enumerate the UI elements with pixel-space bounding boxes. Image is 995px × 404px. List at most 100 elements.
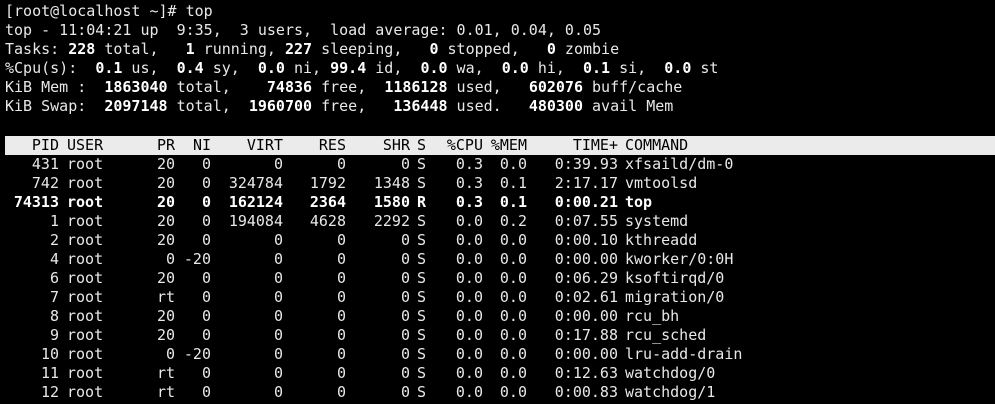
cpu-cell: 0.0 bbox=[455, 288, 483, 306]
cpu-cell: 0.3 bbox=[455, 155, 483, 173]
priority-cell: rt bbox=[156, 288, 175, 306]
nice-cell: 0 bbox=[201, 231, 211, 249]
column-header-user[interactable]: USER bbox=[67, 136, 147, 155]
column-header-shr[interactable]: SHR bbox=[350, 136, 410, 155]
swap-avail-value: 480300 bbox=[528, 97, 583, 115]
res-cell: 0 bbox=[336, 307, 346, 325]
shr-cell: 0 bbox=[400, 250, 410, 268]
tasks-line: Tasks: 228 total, 1 running, 227 sleepin… bbox=[5, 40, 619, 59]
state-cell: S bbox=[417, 326, 427, 344]
user-cell: root bbox=[67, 250, 104, 268]
column-header-cpu[interactable]: %CPU bbox=[438, 136, 483, 155]
shr-cell: 1348 bbox=[373, 174, 410, 192]
mem-used-value: 1186128 bbox=[384, 78, 448, 96]
cpu-cell: 0.3 bbox=[455, 193, 483, 211]
pid-cell: 10 bbox=[40, 345, 59, 363]
user-cell: root bbox=[67, 212, 104, 230]
user-cell: root bbox=[67, 193, 104, 211]
pid-cell: 431 bbox=[31, 155, 59, 173]
priority-cell: 20 bbox=[156, 155, 175, 173]
res-cell: 0 bbox=[336, 155, 346, 173]
priority-cell: 20 bbox=[156, 231, 175, 249]
mem-cell: 0.1 bbox=[499, 174, 527, 192]
cpu-cell: 0.0 bbox=[455, 326, 483, 344]
cpu-cell: 0.0 bbox=[455, 364, 483, 382]
res-cell: 2364 bbox=[309, 193, 346, 211]
command-cell: lru-add-drain bbox=[625, 345, 743, 363]
cpu-cell: 0.0 bbox=[455, 231, 483, 249]
mem-buff-label: buff/cache bbox=[583, 78, 683, 96]
pid-cell: 8 bbox=[49, 307, 59, 325]
res-cell: 0 bbox=[336, 231, 346, 249]
res-cell: 4628 bbox=[309, 212, 346, 230]
mem-total-label: total, bbox=[167, 78, 267, 96]
cpu-st-label: st bbox=[691, 59, 719, 77]
cpu-hi-label: hi, bbox=[528, 59, 583, 77]
mem-cell: 0.0 bbox=[499, 231, 527, 249]
cpu-wa-label: wa, bbox=[447, 59, 502, 77]
priority-cell: 20 bbox=[156, 174, 175, 192]
column-header-res[interactable]: RES bbox=[290, 136, 346, 155]
column-header-command[interactable]: COMMAND bbox=[625, 136, 745, 155]
column-header-virt[interactable]: VIRT bbox=[215, 136, 283, 155]
swap-free-label: free, bbox=[312, 97, 394, 115]
time-cell: 0:00.10 bbox=[554, 231, 618, 249]
cpu-cell: 0.0 bbox=[455, 345, 483, 363]
column-header-pid[interactable]: PID bbox=[0, 136, 59, 155]
cpu-cell: 0.0 bbox=[455, 383, 483, 401]
mem-line: KiB Mem : 1863040 total, 74836 free, 118… bbox=[5, 78, 682, 97]
cpu-si-value: 0.1 bbox=[583, 59, 611, 77]
time-cell: 0:02.61 bbox=[554, 288, 618, 306]
cpu-sy-label: sy, bbox=[203, 59, 258, 77]
swap-used-label: used. bbox=[447, 97, 529, 115]
terminal-window[interactable]: [root@localhost ~]# top top - 11:04:21 u… bbox=[0, 0, 995, 404]
pid-cell: 9 bbox=[49, 326, 59, 344]
command-cell: kworker/0:0H bbox=[625, 250, 734, 268]
cpu-cell: 0.0 bbox=[455, 307, 483, 325]
cpu-wa-value: 0.0 bbox=[420, 59, 448, 77]
column-header-pr[interactable]: PR bbox=[140, 136, 175, 155]
command-cell: migration/0 bbox=[625, 288, 725, 306]
res-cell: 0 bbox=[336, 250, 346, 268]
virt-cell: 0 bbox=[273, 383, 283, 401]
pid-cell: 7 bbox=[49, 288, 59, 306]
tasks-sleeping-value: 227 bbox=[284, 40, 313, 58]
column-header-state[interactable]: S bbox=[417, 136, 431, 155]
column-header-time[interactable]: TIME+ bbox=[530, 136, 618, 155]
tasks-zombie-label: zombie bbox=[555, 40, 620, 58]
prompt-text: [root@localhost ~]# bbox=[5, 2, 186, 20]
mem-cell: 0.0 bbox=[499, 269, 527, 287]
virt-cell: 0 bbox=[273, 155, 283, 173]
mem-buff-value: 602076 bbox=[528, 78, 583, 96]
priority-cell: rt bbox=[156, 364, 175, 382]
user-cell: root bbox=[67, 364, 104, 382]
cpu-us-value: 0.1 bbox=[95, 59, 123, 77]
shr-cell: 0 bbox=[400, 307, 410, 325]
state-cell: S bbox=[417, 345, 427, 363]
command-cell: systemd bbox=[625, 212, 689, 230]
tasks-sleeping-label: sleeping, bbox=[312, 40, 430, 58]
time-cell: 0:12.63 bbox=[554, 364, 618, 382]
mem-cell: 0.0 bbox=[499, 345, 527, 363]
priority-cell: 0 bbox=[165, 250, 175, 268]
column-header-ni[interactable]: NI bbox=[180, 136, 211, 155]
res-cell: 0 bbox=[336, 326, 346, 344]
tasks-zombie-value: 0 bbox=[546, 40, 556, 58]
shr-cell: 2292 bbox=[373, 212, 410, 230]
virt-cell: 0 bbox=[273, 288, 283, 306]
swap-line: KiB Swap: 2097148 total, 1960700 free, 1… bbox=[5, 97, 673, 116]
command-cell: watchdog/0 bbox=[625, 364, 716, 382]
cpu-st-value: 0.0 bbox=[664, 59, 692, 77]
virt-cell: 0 bbox=[273, 307, 283, 325]
mem-cell: 0.1 bbox=[499, 193, 527, 211]
res-cell: 0 bbox=[336, 288, 346, 306]
cpu-sy-value: 0.4 bbox=[176, 59, 204, 77]
column-header-mem[interactable]: %MEM bbox=[485, 136, 527, 155]
priority-cell: 20 bbox=[156, 269, 175, 287]
shr-cell: 0 bbox=[400, 155, 410, 173]
state-cell: R bbox=[417, 193, 427, 211]
time-cell: 0:00.00 bbox=[554, 345, 618, 363]
swap-label: KiB Swap: bbox=[5, 97, 105, 115]
res-cell: 0 bbox=[336, 269, 346, 287]
shr-cell: 0 bbox=[400, 269, 410, 287]
